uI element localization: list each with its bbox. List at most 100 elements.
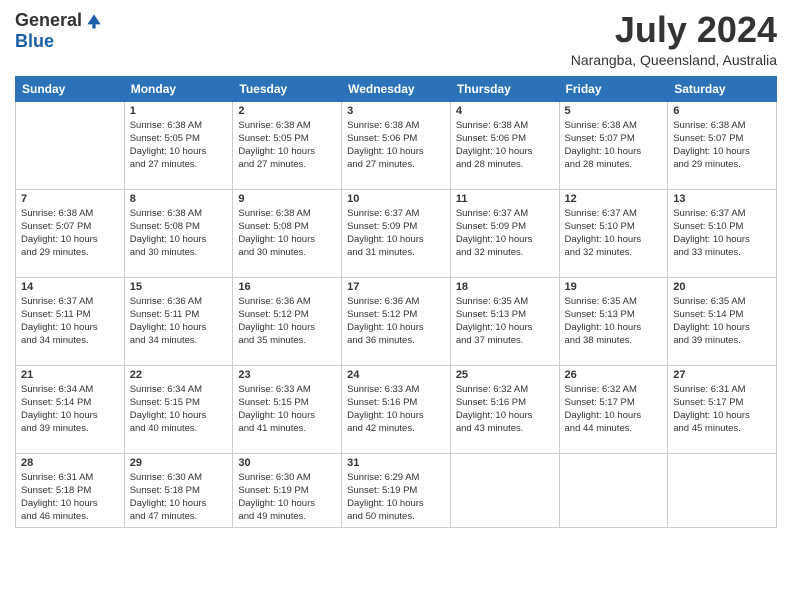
location: Narangba, Queensland, Australia	[571, 52, 777, 68]
day-number: 31	[347, 457, 445, 469]
day-number: 5	[565, 105, 663, 117]
day-info: Sunrise: 6:38 AMSunset: 5:06 PMDaylight:…	[347, 119, 445, 172]
day-number: 8	[130, 193, 228, 205]
calendar-cell: 23 Sunrise: 6:33 AMSunset: 5:15 PMDayligh…	[233, 365, 342, 453]
calendar-cell: 24 Sunrise: 6:33 AMSunset: 5:16 PMDayligh…	[342, 365, 451, 453]
day-number: 12	[565, 193, 663, 205]
calendar-cell	[450, 453, 559, 527]
calendar-cell: 5 Sunrise: 6:38 AMSunset: 5:07 PMDaylight…	[559, 101, 668, 189]
calendar-cell: 31 Sunrise: 6:29 AMSunset: 5:19 PMDayligh…	[342, 453, 451, 527]
day-number: 26	[565, 369, 663, 381]
day-info: Sunrise: 6:32 AMSunset: 5:16 PMDaylight:…	[456, 383, 554, 436]
day-info: Sunrise: 6:38 AMSunset: 5:07 PMDaylight:…	[673, 119, 771, 172]
day-info: Sunrise: 6:32 AMSunset: 5:17 PMDaylight:…	[565, 383, 663, 436]
day-number: 24	[347, 369, 445, 381]
day-number: 22	[130, 369, 228, 381]
calendar-cell: 8Sunrise: 6:38 AMSunset: 5:08 PMDaylight…	[124, 189, 233, 277]
calendar-week-row: 7 Sunrise: 6:38 AMSunset: 5:07 PMDaylight…	[16, 189, 777, 277]
calendar-cell: 6 Sunrise: 6:38 AMSunset: 5:07 PMDaylight…	[668, 101, 777, 189]
day-number: 28	[21, 457, 119, 469]
day-number: 3	[347, 105, 445, 117]
day-info: Sunrise: 6:31 AMSunset: 5:17 PMDaylight:…	[673, 383, 771, 436]
day-info: Sunrise: 6:35 AMSunset: 5:13 PMDaylight:…	[456, 295, 554, 348]
calendar-cell	[16, 101, 125, 189]
day-number: 21	[21, 369, 119, 381]
calendar-cell: 20 Sunrise: 6:35 AMSunset: 5:14 PMDayligh…	[668, 277, 777, 365]
day-number: 6	[673, 105, 771, 117]
day-info: Sunrise: 6:34 AMSunset: 5:14 PMDaylight:…	[21, 383, 119, 436]
calendar-cell: 18Sunrise: 6:35 AMSunset: 5:13 PMDayligh…	[450, 277, 559, 365]
day-info: Sunrise: 6:36 AMSunset: 5:11 PMDaylight:…	[130, 295, 228, 348]
calendar-cell: 27 Sunrise: 6:31 AMSunset: 5:17 PMDayligh…	[668, 365, 777, 453]
calendar-week-row: 14 Sunrise: 6:37 AMSunset: 5:11 PMDayligh…	[16, 277, 777, 365]
calendar-table: SundayMondayTuesdayWednesdayThursdayFrid…	[15, 76, 777, 528]
day-info: Sunrise: 6:36 AMSunset: 5:12 PMDaylight:…	[347, 295, 445, 348]
day-header-sunday: Sunday	[16, 76, 125, 101]
day-number: 16	[238, 281, 336, 293]
calendar-cell	[668, 453, 777, 527]
day-info: Sunrise: 6:38 AMSunset: 5:08 PMDaylight:…	[238, 207, 336, 260]
calendar-cell: 21 Sunrise: 6:34 AMSunset: 5:14 PMDayligh…	[16, 365, 125, 453]
page: General Blue July 2024 Narangba, Queensl…	[0, 0, 792, 612]
day-info: Sunrise: 6:35 AMSunset: 5:13 PMDaylight:…	[565, 295, 663, 348]
day-info: Sunrise: 6:33 AMSunset: 5:15 PMDaylight:…	[238, 383, 336, 436]
calendar-cell: 1Sunrise: 6:38 AMSunset: 5:05 PMDaylight…	[124, 101, 233, 189]
day-info: Sunrise: 6:38 AMSunset: 5:06 PMDaylight:…	[456, 119, 554, 172]
calendar-cell: 28 Sunrise: 6:31 AMSunset: 5:18 PMDayligh…	[16, 453, 125, 527]
day-number: 17	[347, 281, 445, 293]
day-info: Sunrise: 6:37 AMSunset: 5:11 PMDaylight:…	[21, 295, 119, 348]
day-info: Sunrise: 6:37 AMSunset: 5:09 PMDaylight:…	[456, 207, 554, 260]
day-info: Sunrise: 6:31 AMSunset: 5:18 PMDaylight:…	[21, 471, 119, 524]
day-number: 14	[21, 281, 119, 293]
calendar-cell: 7 Sunrise: 6:38 AMSunset: 5:07 PMDaylight…	[16, 189, 125, 277]
calendar-cell: 22 Sunrise: 6:34 AMSunset: 5:15 PMDayligh…	[124, 365, 233, 453]
day-number: 4	[456, 105, 554, 117]
calendar-cell: 30Sunrise: 6:30 AMSunset: 5:19 PMDayligh…	[233, 453, 342, 527]
calendar-cell: 15 Sunrise: 6:36 AMSunset: 5:11 PMDayligh…	[124, 277, 233, 365]
day-header-tuesday: Tuesday	[233, 76, 342, 101]
logo-icon	[84, 11, 104, 31]
day-info: Sunrise: 6:33 AMSunset: 5:16 PMDaylight:…	[347, 383, 445, 436]
day-info: Sunrise: 6:34 AMSunset: 5:15 PMDaylight:…	[130, 383, 228, 436]
day-number: 7	[21, 193, 119, 205]
calendar-cell: 3 Sunrise: 6:38 AMSunset: 5:06 PMDaylight…	[342, 101, 451, 189]
day-info: Sunrise: 6:35 AMSunset: 5:14 PMDaylight:…	[673, 295, 771, 348]
calendar-cell: 10Sunrise: 6:37 AMSunset: 5:09 PMDayligh…	[342, 189, 451, 277]
day-info: Sunrise: 6:38 AMSunset: 5:07 PMDaylight:…	[565, 119, 663, 172]
day-number: 15	[130, 281, 228, 293]
calendar-cell: 12 Sunrise: 6:37 AMSunset: 5:10 PMDayligh…	[559, 189, 668, 277]
logo-general-text: General	[15, 10, 82, 31]
day-number: 29	[130, 457, 228, 469]
day-number: 11	[456, 193, 554, 205]
day-number: 19	[565, 281, 663, 293]
day-info: Sunrise: 6:38 AMSunset: 5:05 PMDaylight:…	[238, 119, 336, 172]
day-number: 30	[238, 457, 336, 469]
day-header-wednesday: Wednesday	[342, 76, 451, 101]
calendar-cell: 9Sunrise: 6:38 AMSunset: 5:08 PMDaylight…	[233, 189, 342, 277]
header: General Blue July 2024 Narangba, Queensl…	[15, 10, 777, 68]
day-info: Sunrise: 6:38 AMSunset: 5:07 PMDaylight:…	[21, 207, 119, 260]
day-header-monday: Monday	[124, 76, 233, 101]
calendar-cell: 16Sunrise: 6:36 AMSunset: 5:12 PMDayligh…	[233, 277, 342, 365]
day-header-thursday: Thursday	[450, 76, 559, 101]
day-info: Sunrise: 6:38 AMSunset: 5:05 PMDaylight:…	[130, 119, 228, 172]
day-number: 27	[673, 369, 771, 381]
calendar-cell: 17 Sunrise: 6:36 AMSunset: 5:12 PMDayligh…	[342, 277, 451, 365]
calendar-cell: 14 Sunrise: 6:37 AMSunset: 5:11 PMDayligh…	[16, 277, 125, 365]
day-info: Sunrise: 6:29 AMSunset: 5:19 PMDaylight:…	[347, 471, 445, 524]
day-number: 25	[456, 369, 554, 381]
day-info: Sunrise: 6:37 AMSunset: 5:09 PMDaylight:…	[347, 207, 445, 260]
calendar-week-row: 21 Sunrise: 6:34 AMSunset: 5:14 PMDayligh…	[16, 365, 777, 453]
day-info: Sunrise: 6:37 AMSunset: 5:10 PMDaylight:…	[565, 207, 663, 260]
calendar-header-row: SundayMondayTuesdayWednesdayThursdayFrid…	[16, 76, 777, 101]
calendar-cell: 25 Sunrise: 6:32 AMSunset: 5:16 PMDayligh…	[450, 365, 559, 453]
calendar-cell: 26 Sunrise: 6:32 AMSunset: 5:17 PMDayligh…	[559, 365, 668, 453]
day-number: 2	[238, 105, 336, 117]
day-number: 20	[673, 281, 771, 293]
calendar-cell: 11 Sunrise: 6:37 AMSunset: 5:09 PMDayligh…	[450, 189, 559, 277]
day-header-saturday: Saturday	[668, 76, 777, 101]
calendar-week-row: 1Sunrise: 6:38 AMSunset: 5:05 PMDaylight…	[16, 101, 777, 189]
day-number: 23	[238, 369, 336, 381]
day-header-friday: Friday	[559, 76, 668, 101]
calendar-cell: 2 Sunrise: 6:38 AMSunset: 5:05 PMDaylight…	[233, 101, 342, 189]
